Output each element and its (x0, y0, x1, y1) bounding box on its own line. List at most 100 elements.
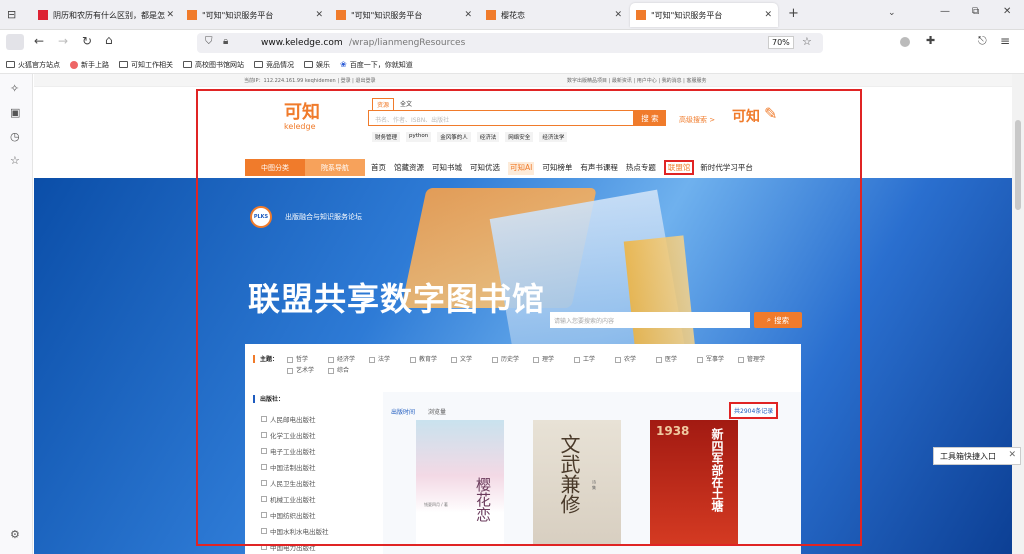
category-button[interactable]: 中图分类 (245, 159, 305, 176)
checkbox-icon[interactable] (261, 528, 267, 534)
publisher-option[interactable]: 电子工业出版社 (261, 446, 316, 456)
restore-icon[interactable]: ⧉ (972, 6, 979, 17)
bookmark-item[interactable]: 新手上路 (70, 60, 109, 70)
settings-gear-icon[interactable]: ⚙ (10, 528, 20, 541)
tab-5-active[interactable]: "可知"知识服务平台 ✕ (630, 3, 778, 27)
checkbox-icon[interactable] (328, 367, 334, 374)
subject-option[interactable]: 法学 (369, 354, 410, 365)
menu-icon[interactable]: ≡ (1000, 34, 1010, 48)
subject-option[interactable]: 教育学 (410, 354, 451, 365)
subject-option[interactable]: 综合 (328, 365, 369, 376)
nav-home[interactable]: 首页 (371, 162, 386, 175)
tab-4[interactable]: 樱花恋 ✕ (480, 3, 628, 27)
subject-option[interactable]: 哲学 (287, 354, 328, 365)
checkbox-icon[interactable] (369, 356, 375, 363)
subject-option[interactable]: 工学 (574, 354, 615, 365)
nav-rankings[interactable]: 可知榜单 (542, 162, 572, 175)
publisher-option[interactable]: 人民邮电出版社 (261, 414, 316, 424)
checkbox-icon[interactable] (261, 480, 267, 486)
book-cover-3[interactable]: 1938 新四军部在土塘 (650, 420, 738, 544)
hero-search-button[interactable]: ⌕ 搜索 (754, 312, 802, 328)
history-icon[interactable]: ◷ (10, 130, 20, 143)
nav-audio-courses[interactable]: 有声书课程 (580, 162, 618, 175)
hot-tag[interactable]: 网络安全 (505, 132, 534, 142)
extensions-icon[interactable]: ✚ (926, 34, 935, 47)
checkbox-icon[interactable] (261, 432, 267, 438)
back-icon[interactable]: ← (34, 34, 44, 48)
checkbox-icon[interactable] (656, 356, 662, 363)
minimize-icon[interactable]: — (940, 6, 950, 17)
subject-option[interactable]: 历史学 (492, 354, 533, 365)
bookmark-item[interactable]: ❀ 百度一下，你就知道 (340, 60, 413, 70)
toolbox-shortcut-tooltip[interactable]: 工具箱快捷入口 ✕ (933, 447, 1021, 465)
checkbox-icon[interactable] (261, 464, 267, 470)
tab-2[interactable]: "可知"知识服务平台 ✕ (181, 3, 329, 27)
nav-alliance-library[interactable]: 联盟馆 (663, 160, 695, 175)
subject-option[interactable]: 经济学 (328, 354, 369, 365)
window-close-icon[interactable]: ✕ (1003, 6, 1011, 17)
bookmark-item[interactable]: 火狐官方站点 (6, 60, 60, 70)
zoom-badge[interactable]: 70% (768, 36, 794, 49)
publisher-option[interactable]: 中国纺织出版社 (261, 510, 316, 520)
site-search-button[interactable]: 搜 索 (634, 110, 666, 126)
nav-ai[interactable]: 可知AI (508, 162, 535, 175)
bookmark-item[interactable]: 竞品情况 (254, 60, 294, 70)
publisher-option[interactable]: 人民卫生出版社 (261, 478, 316, 488)
checkbox-icon[interactable] (328, 356, 334, 363)
hot-tag[interactable]: 经济法 (476, 132, 500, 142)
publisher-option[interactable]: 中国电力出版社 (261, 542, 316, 552)
hero-search-input[interactable]: 请输入您要搜索的内容 (550, 312, 750, 328)
subject-option[interactable]: 艺术学 (287, 365, 328, 376)
book-cover-1[interactable]: 樱花恋 钱夏四月 / 著 (416, 420, 504, 544)
sidebar-toggle-icon[interactable] (6, 34, 24, 50)
url-bar[interactable]: ⛉ 🔒︎ www.keledge.com /wrap/lianmengResou… (197, 33, 823, 53)
tab-1[interactable]: 阴历和农历有什么区别，都是怎 ✕ (32, 3, 180, 27)
close-icon[interactable]: ✕ (315, 10, 323, 20)
chevron-down-icon[interactable]: ⌄ (888, 8, 896, 18)
star-icon[interactable]: ☆ (802, 35, 812, 48)
subject-option[interactable]: 军事学 (697, 354, 738, 365)
publisher-option[interactable]: 化学工业出版社 (261, 430, 316, 440)
nav-new-era-platform[interactable]: 新时代学习平台 (700, 162, 753, 175)
close-icon[interactable]: ✕ (614, 10, 622, 20)
checkbox-icon[interactable] (410, 356, 416, 363)
close-icon[interactable]: ✕ (464, 10, 472, 20)
nav-featured[interactable]: 可知优选 (470, 162, 500, 175)
bookmark-item[interactable]: 娱乐 (304, 60, 330, 70)
checkbox-icon[interactable] (287, 356, 293, 363)
nav-collection[interactable]: 馆藏资源 (394, 162, 424, 175)
subject-option[interactable]: 理学 (533, 354, 574, 365)
close-icon[interactable]: ✕ (166, 10, 174, 20)
publisher-option[interactable]: 中国水利水电出版社 (261, 526, 329, 536)
checkbox-icon[interactable] (287, 367, 293, 374)
checkbox-icon[interactable] (261, 416, 267, 422)
tab-list-icon[interactable]: ⊟ (7, 8, 16, 21)
checkbox-icon[interactable] (261, 544, 267, 550)
checkbox-icon[interactable] (261, 496, 267, 502)
share-icon[interactable]: ⎋ (978, 34, 987, 48)
nav-hot-topics[interactable]: 热点专题 (626, 162, 656, 175)
forward-icon[interactable]: → (58, 34, 68, 48)
close-icon[interactable]: ✕ (1008, 450, 1016, 460)
reload-icon[interactable]: ↻ (82, 34, 92, 48)
checkbox-icon[interactable] (697, 356, 703, 363)
nav-bookstore[interactable]: 可知书城 (432, 162, 462, 175)
bookmark-item[interactable]: 可知工作相关 (119, 60, 173, 70)
checkbox-icon[interactable] (451, 356, 457, 363)
logo-cn[interactable]: 可知 (284, 98, 320, 124)
hot-tag[interactable]: python (406, 132, 432, 142)
hot-tag[interactable]: 金风筝的人 (437, 132, 471, 142)
close-icon[interactable]: ✕ (764, 10, 772, 20)
hot-tag[interactable]: 财务管理 (372, 132, 401, 142)
sort-by-date[interactable]: 出版时间 (391, 407, 415, 416)
book-cover-2[interactable]: 文武兼修 诗 集 (533, 420, 621, 544)
bookmark-item[interactable]: 高校图书馆网站 (183, 60, 244, 70)
publisher-option[interactable]: 中国法制出版社 (261, 462, 316, 472)
topbar-links[interactable]: 数字出版精品项目 | 最新资讯 | 用户中心 | 我的消息 | 客服服务 (567, 77, 706, 84)
account-icon[interactable] (900, 37, 910, 47)
bookmarks-star-icon[interactable]: ☆ (10, 154, 20, 167)
advanced-search-link[interactable]: 高级搜索 > (679, 115, 715, 125)
new-tab-icon[interactable]: + (788, 6, 799, 21)
subject-option[interactable]: 医学 (656, 354, 697, 365)
subject-option[interactable]: 农学 (615, 354, 656, 365)
